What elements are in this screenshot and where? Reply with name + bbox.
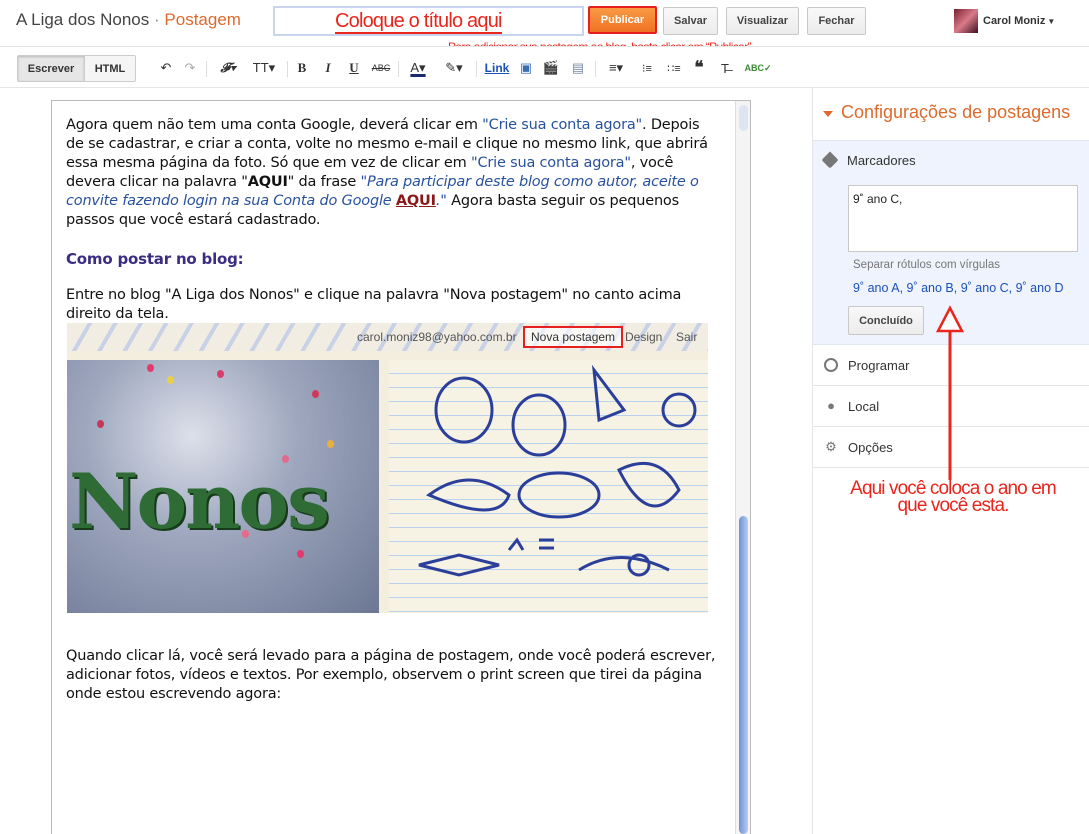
numbered-list-icon[interactable]: ⁝≡ <box>637 59 657 77</box>
font-family-icon[interactable]: 𝓕▾ <box>214 59 242 77</box>
sky-image: Nonos <box>67 360 379 613</box>
options-label: Opções <box>848 440 893 455</box>
aqui-bold: AQUI <box>247 174 288 190</box>
align-icon[interactable]: ≡▾ <box>602 59 630 77</box>
toolbar-divider <box>476 61 477 77</box>
undo-icon[interactable]: ↶ <box>157 59 175 77</box>
paragraph-how-to: Entre no blog "A Liga dos Nonos" e cliqu… <box>66 287 682 322</box>
gear-icon: ⚙ <box>825 439 837 454</box>
balloon <box>327 440 334 448</box>
preview-button[interactable]: Visualizar <box>726 7 799 35</box>
quote-end: ." <box>435 193 447 209</box>
save-button[interactable]: Salvar <box>663 7 718 35</box>
crie-conta-link[interactable]: "Crie sua conta agora" <box>482 117 642 133</box>
video-icon[interactable]: 🎬 <box>542 59 560 77</box>
balloon <box>282 455 289 463</box>
embedded-screenshot[interactable]: carol.moniz98@yahoo.com.br Nova postagem… <box>67 323 708 613</box>
done-button[interactable]: Concluído <box>848 306 924 335</box>
editor-toolbar: Escrever HTML ↶ ↷ 𝓕▾ TT▾ B I U ABC A▾ ✎▾… <box>0 46 1089 88</box>
post-body[interactable]: Agora quem não tem uma conta Google, dev… <box>66 116 716 324</box>
spellcheck-icon[interactable]: ABC✓ <box>744 59 771 77</box>
location-label: Local <box>848 399 880 414</box>
text-span: Agora quem não tem uma conta Google, dev… <box>66 117 483 133</box>
screenshot-email: carol.moniz98@yahoo.com.br <box>357 330 517 344</box>
balloon <box>312 390 319 398</box>
highlight-icon[interactable]: ✎▾ <box>440 59 468 77</box>
quote-icon[interactable]: ❝ <box>690 58 708 77</box>
aqui-link[interactable]: AQUI <box>396 193 436 209</box>
blog-title: A Liga dos Nonos · Postagem <box>16 10 241 30</box>
annotation-arrow-icon <box>935 305 965 480</box>
post-title-input[interactable]: Coloque o título aqui <box>273 6 584 36</box>
toolbar-divider <box>206 61 207 77</box>
balloon <box>242 530 249 538</box>
text-color-icon[interactable]: A▾ <box>404 59 432 77</box>
bullet-list-icon[interactable]: ∷≡ <box>664 59 684 77</box>
location-pin-icon: ● <box>827 398 835 413</box>
top-bar: A Liga dos Nonos · Postagem Coloque o tí… <box>0 0 1089 54</box>
section-name: Postagem <box>164 10 241 29</box>
paragraph-signup: Agora quem não tem uma conta Google, dev… <box>66 116 716 230</box>
jump-break-icon[interactable]: ▤ <box>569 59 587 77</box>
italic-icon[interactable]: I <box>320 59 336 77</box>
screenshot-new-post: Nova postagem <box>523 326 624 348</box>
editor-scrollbar[interactable] <box>735 101 750 834</box>
nonos-logo: Nonos <box>69 457 330 546</box>
section-heading: Como postar no blog: <box>66 250 244 268</box>
image-icon[interactable]: ▣ <box>517 59 535 77</box>
toolbar-divider <box>595 61 596 77</box>
publish-button[interactable]: Publicar <box>588 6 657 34</box>
title-separator: · <box>154 10 160 29</box>
close-button[interactable]: Fechar <box>807 7 866 35</box>
bold-icon[interactable]: B <box>294 59 310 77</box>
settings-heading-label: Configurações de postagens <box>841 102 1071 122</box>
balloon <box>97 420 104 428</box>
balloon <box>297 550 304 558</box>
screenshot-design: Design <box>625 330 663 344</box>
paragraph-after-click: Quando clicar lá, você será levado para … <box>66 648 716 702</box>
caret-down-icon <box>823 111 833 117</box>
balloon <box>167 376 174 384</box>
toolbar-divider <box>398 61 399 77</box>
user-menu[interactable]: Carol Moniz ▼ <box>954 9 1055 33</box>
strikethrough-icon[interactable]: ABC <box>370 59 392 77</box>
text-span: " da frase <box>287 174 361 190</box>
post-body-continued[interactable]: Quando clicar lá, você será levado para … <box>66 647 716 704</box>
labels-hint: Separar rótulos com vírgulas <box>853 259 1001 271</box>
font-size-icon[interactable]: TT▾ <box>250 59 278 77</box>
screenshot-logout: Sair <box>676 330 698 344</box>
labels-input[interactable]: 9˚ ano C, <box>848 185 1078 252</box>
labels-annotation: Aqui você coloca o ano em que você esta. <box>850 478 1057 516</box>
link-button[interactable]: Link <box>483 59 511 77</box>
settings-heading[interactable]: Configurações de postagens <box>813 102 1089 123</box>
clear-format-icon[interactable]: T̶ <box>716 59 734 77</box>
chevron-down-icon: ▼ <box>1047 16 1056 26</box>
redo-icon[interactable]: ↷ <box>181 59 199 77</box>
avatar <box>954 9 978 33</box>
labels-title[interactable]: Marcadores <box>847 153 916 168</box>
tab-write[interactable]: Escrever <box>17 55 85 82</box>
clock-icon <box>824 358 838 372</box>
user-name: Carol Moniz <box>983 15 1046 27</box>
post-title-placeholder: Coloque o título aqui <box>335 10 502 34</box>
label-suggestions[interactable]: 9˚ ano A, 9˚ ano B, 9˚ ano C, 9˚ ano D <box>853 281 1064 295</box>
balloon <box>217 370 224 378</box>
blog-name[interactable]: A Liga dos Nonos <box>16 10 149 29</box>
doodle-drawings <box>418 364 697 577</box>
scrollbar-top <box>739 105 748 131</box>
balloon <box>147 364 154 372</box>
schedule-label: Programar <box>848 358 910 373</box>
underline-icon[interactable]: U <box>346 59 362 77</box>
doodle-image <box>389 360 708 613</box>
crie-conta-link[interactable]: "Crie sua conta agora" <box>471 155 631 171</box>
toolbar-divider <box>287 61 288 77</box>
scrollbar-thumb[interactable] <box>739 516 748 834</box>
tab-html[interactable]: HTML <box>84 55 136 82</box>
tag-icon <box>821 151 839 169</box>
